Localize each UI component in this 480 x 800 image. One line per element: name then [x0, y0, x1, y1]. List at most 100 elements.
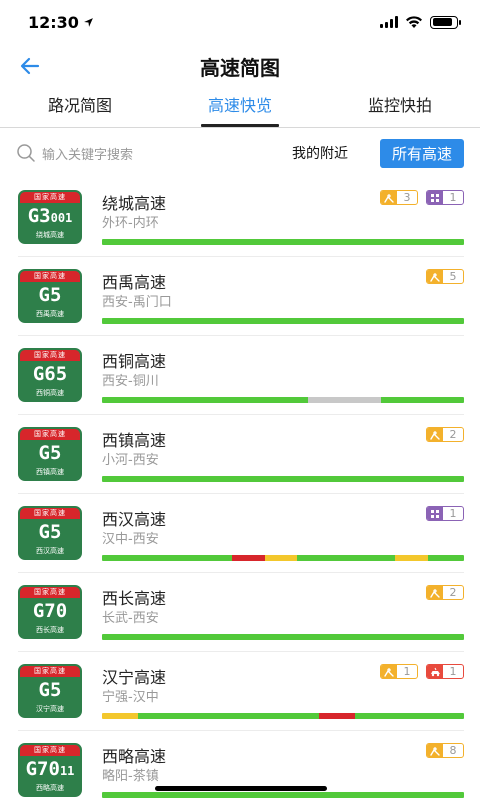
highway-shield-icon: 国家高速 G5 西镇高速 — [18, 427, 82, 481]
tab-bar: 路况简图 高速快览 监控快拍 — [0, 88, 480, 128]
tab-road-map[interactable]: 路况简图 — [0, 88, 160, 127]
event-badges: 1 — [426, 506, 464, 521]
tab-highway-overview[interactable]: 高速快览 — [160, 88, 320, 127]
traffic-segment-smooth — [355, 713, 464, 719]
highway-route: 汉中-西安 — [102, 532, 159, 547]
search-placeholder: 输入关键字搜索 — [42, 147, 134, 163]
highway-shield-icon: 国家高速 G3001 绕城高速 — [18, 190, 82, 244]
highway-name: 西略高速 — [102, 747, 167, 766]
highway-row[interactable]: 国家高速 G5 汉宁高速 汉宁高速 宁强-汉中 1 1 — [18, 652, 464, 731]
construction-badge[interactable]: 5 — [426, 269, 464, 284]
traffic-bar — [102, 239, 464, 245]
shield-name: 西铜高速 — [36, 389, 64, 397]
shield-code-main: G70 — [32, 600, 68, 622]
highway-row[interactable]: 国家高速 G5 西禹高速 西禹高速 西安-禹门口 5 — [18, 257, 464, 336]
accident-icon — [427, 665, 443, 678]
shield-code-sub: 11 — [59, 764, 75, 778]
traffic-segment-slow — [395, 555, 428, 561]
nearby-button[interactable]: 我的附近 — [292, 143, 348, 163]
highway-info: 西汉高速 汉中-西安 — [102, 505, 464, 561]
traffic-segment-slow — [264, 555, 298, 561]
status-time: 12:30 — [28, 13, 94, 32]
traffic-bar — [102, 476, 464, 482]
construction-icon — [427, 270, 443, 283]
highway-info: 西镇高速 小河-西安 — [102, 426, 464, 482]
control-badge[interactable]: 1 — [426, 190, 464, 205]
highway-route: 小河-西安 — [102, 453, 159, 468]
shield-label: 国家高速 — [20, 745, 80, 756]
event-badges: 2 — [426, 427, 464, 442]
highway-route: 外环-内环 — [102, 216, 159, 231]
highway-row[interactable]: 国家高速 G70 西长高速 西长高速 长武-西安 2 — [18, 573, 464, 652]
shield-code-main: G5 — [38, 679, 62, 701]
shield-label: 国家高速 — [20, 508, 80, 519]
tab-camera-snapshots[interactable]: 监控快拍 — [320, 88, 480, 127]
construction-icon — [427, 744, 443, 757]
highway-list: 国家高速 G3001 绕城高速 绕城高速 外环-内环 3 1 国家高速 G5 西禹高速 西禹高速 西安… — [0, 178, 480, 800]
traffic-segment-no-data — [308, 397, 381, 403]
badge-count: 1 — [449, 665, 457, 678]
highway-row[interactable]: 国家高速 G5 西汉高速 西汉高速 汉中-西安 1 — [18, 494, 464, 573]
shield-code: G65 — [20, 361, 80, 388]
traffic-segment-smooth — [102, 239, 464, 245]
shield-code-sub: 001 — [50, 211, 73, 225]
highway-name: 西铜高速 — [102, 352, 167, 371]
search-row: 输入关键字搜索 我的附近 所有高速 — [0, 128, 480, 178]
badge-count: 1 — [449, 191, 457, 204]
nav-bar: 高速简图 — [0, 44, 480, 88]
shield-name: 绕城高速 — [36, 231, 64, 239]
construction-badge[interactable]: 2 — [426, 427, 464, 442]
shield-name: 西镇高速 — [36, 468, 64, 476]
shield-code-main: G70 — [25, 758, 60, 780]
shield-code-main: G5 — [38, 442, 62, 464]
all-highways-button[interactable]: 所有高速 — [379, 138, 464, 168]
shield-code-main: G3 — [27, 205, 51, 227]
traffic-segment-jam — [232, 555, 265, 561]
location-arrow-icon — [84, 17, 93, 27]
shield-label: 国家高速 — [20, 587, 80, 598]
traffic-segment-smooth — [297, 555, 396, 561]
highway-route: 略阳-茶镇 — [102, 769, 159, 784]
badge-count: 5 — [449, 270, 457, 283]
shield-label: 国家高速 — [20, 350, 80, 361]
highway-shield-icon: 国家高速 G7011 西略高速 — [18, 743, 82, 797]
shield-code-main: G5 — [38, 284, 62, 306]
shield-code: G5 — [20, 282, 80, 309]
home-indicator — [155, 786, 327, 791]
shield-name: 西略高速 — [36, 784, 64, 792]
highway-row[interactable]: 国家高速 G65 西铜高速 西铜高速 西安-铜川 — [18, 336, 464, 415]
event-badges: 11 — [380, 664, 464, 679]
shield-code: G5 — [20, 519, 80, 546]
construction-badge[interactable]: 1 — [380, 664, 418, 679]
control-icon — [427, 507, 443, 520]
traffic-bar — [102, 634, 464, 640]
shield-code: G70 — [20, 598, 80, 625]
traffic-segment-smooth — [138, 713, 320, 719]
search-input[interactable]: 输入关键字搜索 — [16, 143, 292, 163]
shield-label: 国家高速 — [20, 666, 80, 677]
back-button[interactable] — [16, 54, 44, 78]
highway-name: 西长高速 — [102, 589, 167, 608]
construction-badge[interactable]: 8 — [426, 743, 464, 758]
traffic-segment-smooth — [102, 397, 309, 403]
traffic-segment-smooth — [102, 792, 464, 798]
construction-badge[interactable]: 3 — [380, 190, 418, 205]
control-badge[interactable]: 1 — [426, 506, 464, 521]
traffic-bar — [102, 713, 464, 719]
battery-icon — [430, 15, 461, 29]
highway-route: 西安-铜川 — [102, 374, 159, 389]
traffic-bar — [102, 318, 464, 324]
accident-badge[interactable]: 1 — [426, 664, 464, 679]
highway-shield-icon: 国家高速 G70 西长高速 — [18, 585, 82, 639]
page-title: 高速简图 — [200, 55, 280, 80]
highway-row[interactable]: 国家高速 G5 西镇高速 西镇高速 小河-西安 2 — [18, 415, 464, 494]
highway-route: 宁强-汉中 — [102, 690, 159, 705]
badge-count: 1 — [403, 665, 411, 678]
traffic-bar — [102, 397, 464, 403]
traffic-segment-smooth — [427, 555, 464, 561]
construction-badge[interactable]: 2 — [426, 585, 464, 600]
traffic-segment-smooth — [102, 318, 464, 324]
highway-shield-icon: 国家高速 G5 汉宁高速 — [18, 664, 82, 718]
shield-name: 汉宁高速 — [36, 705, 64, 713]
highway-row[interactable]: 国家高速 G3001 绕城高速 绕城高速 外环-内环 3 1 — [18, 178, 464, 257]
